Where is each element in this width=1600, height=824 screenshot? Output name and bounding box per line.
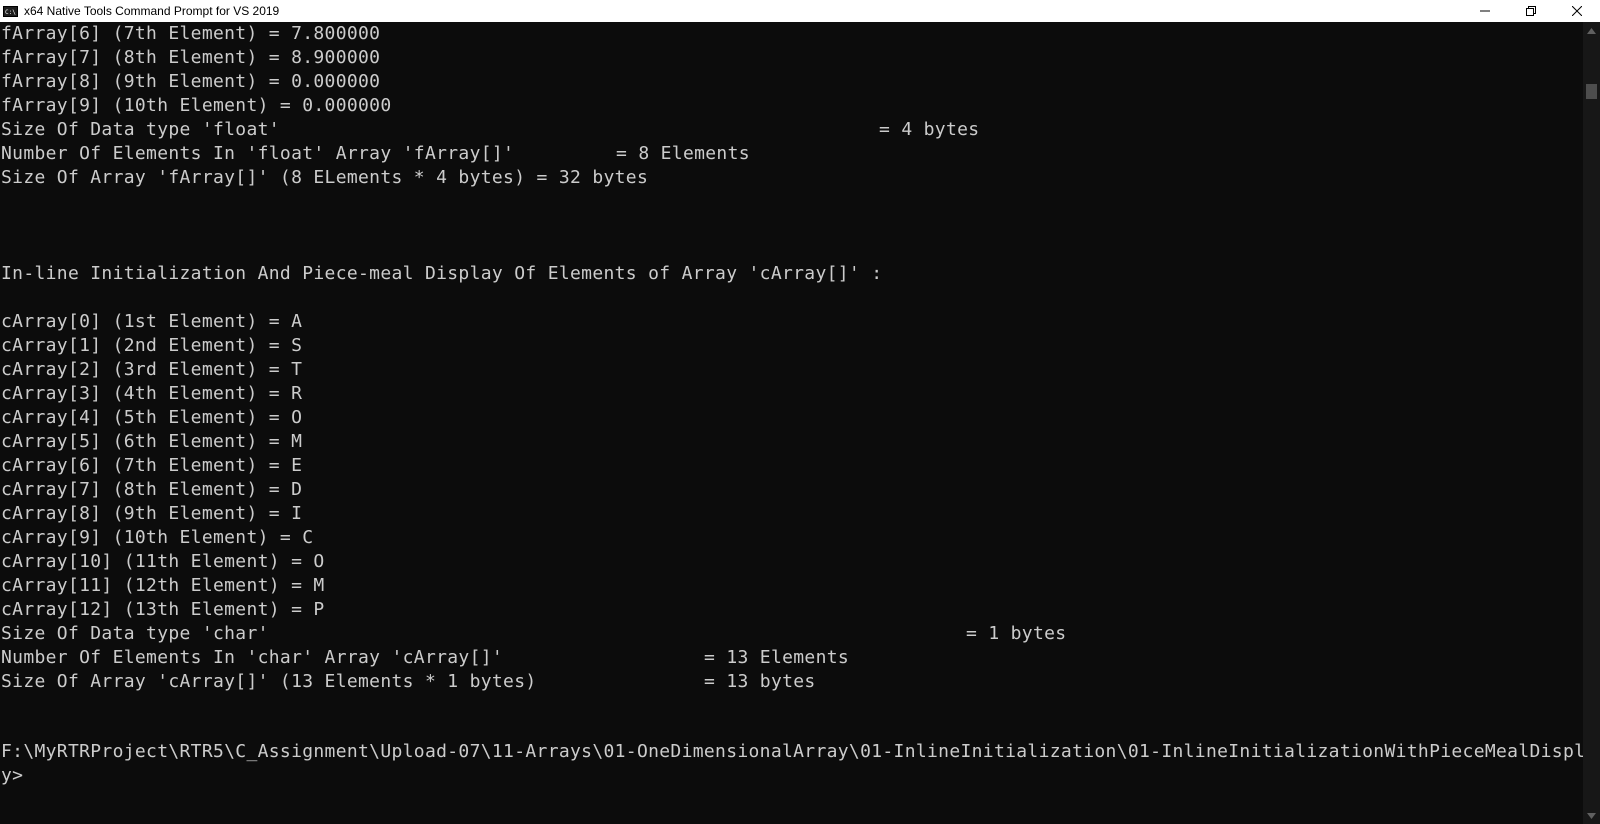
- console-line: cArray[11] (12th Element) = M: [1, 575, 325, 596]
- vertical-scrollbar[interactable]: [1583, 22, 1600, 824]
- console-window: C:\. x64 Native Tools Command Prompt for…: [0, 0, 1600, 824]
- minimize-icon: [1480, 10, 1490, 12]
- console-line-float-count: Number Of Elements In 'float' Array 'fAr…: [1, 142, 1001, 166]
- console-line: cArray[1] (2nd Element) = S: [1, 335, 303, 356]
- console-line: fArray[9] (10th Element) = 0.000000: [1, 95, 392, 116]
- scroll-down-icon: [1587, 812, 1596, 819]
- char-count-label: Number Of Elements In 'char' Array 'cArr…: [1, 647, 504, 668]
- command-prompt-icon: C:\.: [3, 5, 18, 17]
- console-prompt-path: F:\MyRTRProject\RTR5\C_Assignment\Upload…: [1, 741, 1583, 762]
- console-line-char-size: Size Of Data type 'char' = 1 bytes: [1, 622, 1101, 646]
- float-size-value: = 4 bytes: [879, 119, 980, 140]
- char-size-value: = 1 bytes: [966, 623, 1067, 644]
- console-line: cArray[10] (11th Element) = O: [1, 551, 325, 572]
- console-line: fArray[6] (7th Element) = 7.800000: [1, 23, 381, 44]
- restore-button[interactable]: [1508, 0, 1554, 22]
- scroll-down-button[interactable]: [1583, 807, 1600, 824]
- console-line: cArray[9] (10th Element) = C: [1, 527, 314, 548]
- console-line: cArray[8] (9th Element) = I: [1, 503, 303, 524]
- scroll-up-button[interactable]: [1583, 22, 1600, 39]
- console-line: cArray[12] (13th Element) = P: [1, 599, 325, 620]
- title-bar[interactable]: C:\. x64 Native Tools Command Prompt for…: [0, 0, 1600, 22]
- console-line-float-size: Size Of Data type 'float' = 4 bytes: [1, 118, 1001, 142]
- console-line: cArray[4] (5th Element) = O: [1, 407, 303, 428]
- console-prompt-cursor[interactable]: y>: [1, 764, 23, 788]
- char-array-size-label: Size Of Array 'cArray[]' (13 Elements * …: [1, 671, 537, 692]
- float-count-label: Number Of Elements In 'float' Array 'fAr…: [1, 143, 515, 164]
- scroll-up-icon: [1587, 27, 1596, 34]
- console-line: cArray[2] (3rd Element) = T: [1, 359, 303, 380]
- minimize-button[interactable]: [1462, 0, 1508, 22]
- console-line: cArray[7] (8th Element) = D: [1, 479, 303, 500]
- close-icon: [1572, 6, 1582, 16]
- console-line-char-heading: In-line Initialization And Piece-meal Di…: [1, 263, 883, 284]
- window-title: x64 Native Tools Command Prompt for VS 2…: [24, 4, 280, 18]
- console-line: cArray[0] (1st Element) = A: [1, 311, 303, 332]
- char-array-size-value: = 13 bytes: [704, 671, 816, 692]
- float-count-value: = 8 Elements: [616, 143, 750, 164]
- scroll-thumb[interactable]: [1586, 84, 1597, 99]
- console-output[interactable]: fArray[6] (7th Element) = 7.800000 fArra…: [0, 22, 1583, 824]
- char-size-label: Size Of Data type 'char': [1, 623, 269, 644]
- console-line-char-count: Number Of Elements In 'char' Array 'cArr…: [1, 646, 1001, 670]
- console-line-float-array-size: Size Of Array 'fArray[]' (8 ELements * 4…: [1, 167, 649, 188]
- console-line: cArray[6] (7th Element) = E: [1, 455, 303, 476]
- close-button[interactable]: [1554, 0, 1600, 22]
- console-line: cArray[5] (6th Element) = M: [1, 431, 303, 452]
- console-line: cArray[3] (4th Element) = R: [1, 383, 303, 404]
- console-line: fArray[8] (9th Element) = 0.000000: [1, 71, 381, 92]
- char-count-value: = 13 Elements: [704, 647, 850, 668]
- window-controls: [1462, 0, 1600, 22]
- restore-icon: [1526, 6, 1536, 16]
- console-line-char-array-size: Size Of Array 'cArray[]' (13 Elements * …: [1, 670, 1001, 694]
- console-line: fArray[7] (8th Element) = 8.900000: [1, 47, 381, 68]
- float-size-label: Size Of Data type 'float': [1, 119, 280, 140]
